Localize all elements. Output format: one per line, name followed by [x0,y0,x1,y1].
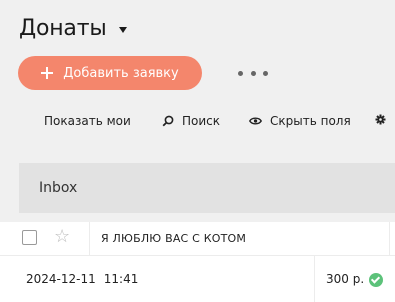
list-item-meta: 2024-12-11 11:41 300 р. [0,256,395,302]
search-icon [162,115,174,127]
search-button[interactable]: Поиск [162,114,220,128]
column-divider [89,222,90,256]
eye-icon [249,117,262,125]
star-icon[interactable]: ☆ [54,227,70,247]
add-request-label: Добавить заявку [63,65,179,81]
show-mine-label: Показать мои [44,114,131,128]
select-checkbox[interactable] [22,230,37,245]
column-divider [314,256,315,302]
hide-fields-label: Скрыть поля [270,114,351,128]
item-time: 11:41 [103,272,139,286]
settings-button[interactable] [375,114,394,125]
item-date: 2024-12-11 [26,272,96,286]
column-divider [389,222,390,256]
item-amount: 300 р. [326,272,365,286]
item-datetime: 2024-12-11 11:41 [26,272,138,286]
caret-down-icon[interactable] [118,26,127,33]
list-item[interactable]: ☆ Я ЛЮБЛЮ ВАС С КОТОМ [0,222,395,256]
more-dots-icon[interactable] [238,63,268,83]
add-request-button[interactable]: Добавить заявку [18,56,202,90]
plus-icon [41,67,54,79]
inbox-folder[interactable]: Inbox [19,163,395,213]
toolbar: Показать мои Поиск Скрыть поля [0,110,395,134]
page-header: Донаты [19,16,127,41]
item-list: ☆ Я ЛЮБЛЮ ВАС С КОТОМ 2024-12-11 11:41 30… [0,222,395,302]
show-mine-button[interactable]: Показать мои [44,114,131,128]
search-label: Поиск [182,114,221,128]
check-circle-icon [369,273,383,287]
gear-icon [375,114,386,125]
item-subject: Я ЛЮБЛЮ ВАС С КОТОМ [101,232,247,245]
page-title: Донаты [19,16,107,41]
inbox-label: Inbox [39,180,78,196]
hide-fields-button[interactable]: Скрыть поля [249,114,351,128]
